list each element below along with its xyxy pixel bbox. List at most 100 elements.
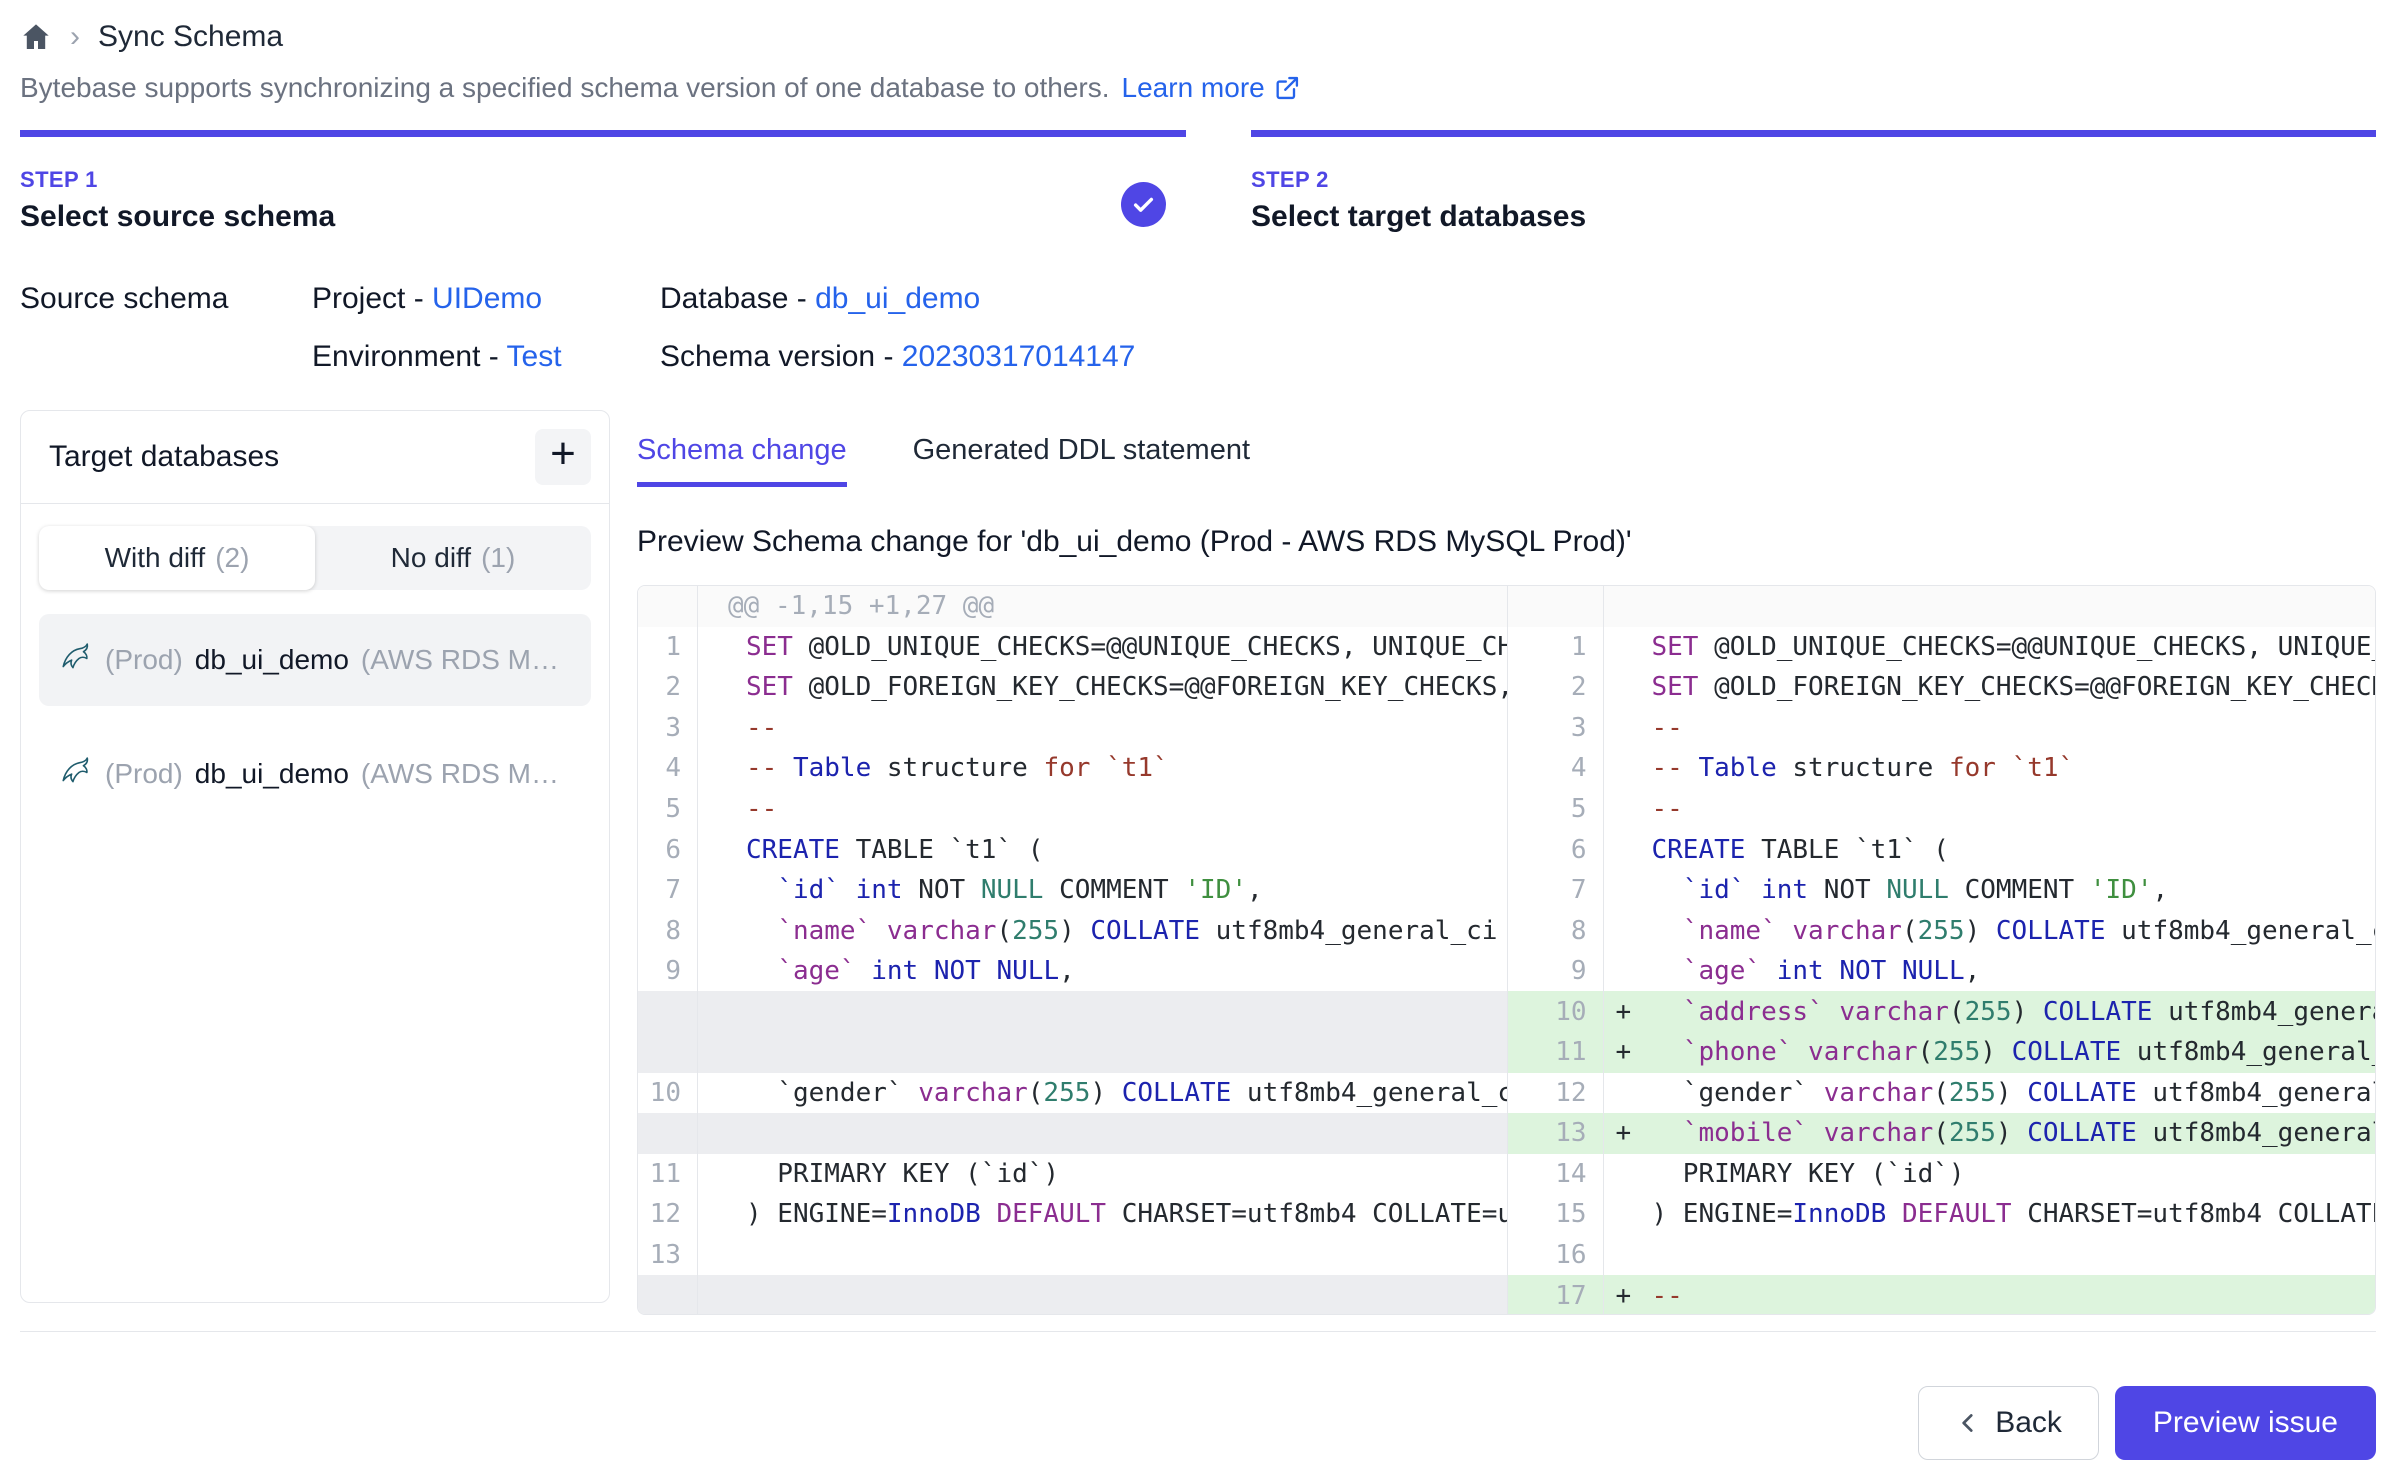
target-database-item-2[interactable]: (Prod) db_ui_demo (AWS RDS MySQL Prod) <box>39 728 591 820</box>
database-link[interactable]: db_ui_demo <box>815 282 980 315</box>
line-number <box>638 1032 698 1073</box>
diff-context-row: 4 -- Table structure for `t1` <box>1508 748 2376 789</box>
line-number: 9 <box>1508 951 1604 992</box>
tab-with-diff-label: With diff <box>105 542 206 574</box>
diff-context-row: 2 SET @OLD_FOREIGN_KEY_CHECKS=@@FOREIGN_… <box>638 667 1507 708</box>
line-number: 13 <box>1508 1113 1604 1154</box>
database-environment: (Prod) <box>105 758 183 790</box>
page-description: Bytebase supports synchronizing a specif… <box>20 72 2376 104</box>
diff-pane-target: 1 SET @OLD_UNIQUE_CHECKS=@@UNIQUE_CHECKS… <box>1507 586 2376 1314</box>
code-line: SET @OLD_FOREIGN_KEY_CHECKS=@@FOREIGN_KE… <box>698 672 1507 702</box>
diff-context-row: 8 `name` varchar(255) COLLATE utf8mb4_ge… <box>1508 910 2376 951</box>
line-number: 12 <box>1508 1073 1604 1114</box>
line-number: 3 <box>1508 708 1604 749</box>
project-link[interactable]: UIDemo <box>432 282 542 315</box>
code-line: `name` varchar(255) COLLATE utf8mb4_gene… <box>1604 916 2376 946</box>
line-marker <box>710 1240 746 1270</box>
line-number: 1 <box>1508 627 1604 668</box>
line-number <box>638 1113 698 1154</box>
diff-pane-source: @@ -1,15 +1,27 @@1 SET @OLD_UNIQUE_CHECK… <box>638 586 1507 1314</box>
code-line: -- Table structure for `t1` <box>1604 753 2376 783</box>
home-icon[interactable] <box>20 21 52 53</box>
preview-title: Preview Schema change for 'db_ui_demo (P… <box>637 525 2376 559</box>
breadcrumb: › Sync Schema <box>20 14 2376 60</box>
field-database: Database - db_ui_demo <box>660 282 2376 316</box>
diff-context-row: 15 ) ENGINE=InnoDB DEFAULT CHARSET=utf8m… <box>1508 1194 2376 1235</box>
step-2: STEP 2 Select target databases <box>1251 130 2376 234</box>
line-marker <box>1616 1240 1652 1270</box>
add-target-database-button[interactable]: + <box>535 429 591 485</box>
learn-more-link[interactable]: Learn more <box>1122 72 1301 104</box>
diff-context-row: 12 `gender` varchar(255) COLLATE utf8mb4… <box>1508 1073 2376 1114</box>
line-number <box>638 1275 698 1314</box>
sync-schema-page: › Sync Schema Bytebase supports synchron… <box>0 0 2396 1480</box>
line-number: 7 <box>1508 870 1604 911</box>
diff-context-row: 11 PRIMARY KEY (`id`) <box>638 1154 1507 1195</box>
diff-context-row: 6 CREATE TABLE `t1` ( <box>1508 829 2376 870</box>
line-number: 7 <box>638 870 698 911</box>
tab-no-diff[interactable]: No diff (1) <box>315 526 591 590</box>
environment-link[interactable]: Test <box>507 340 562 373</box>
schema-version-link[interactable]: 20230317014147 <box>902 340 1136 373</box>
stepper: STEP 1 Select source schema STEP 2 Selec… <box>20 130 2376 234</box>
database-name: db_ui_demo <box>195 758 349 790</box>
code-line <box>1604 1240 2376 1270</box>
field-environment: Environment - Test <box>312 340 660 374</box>
line-marker <box>1616 1199 1652 1229</box>
code-line: +-- <box>1604 1281 2376 1311</box>
diff-context-row: 3 -- <box>638 708 1507 749</box>
diff-context-row: 8 `name` varchar(255) COLLATE utf8mb4_ge… <box>638 910 1507 951</box>
code-line: `gender` varchar(255) COLLATE utf8mb4_ge… <box>698 1078 1507 1108</box>
code-line: ) ENGINE=InnoDB DEFAULT CHARSET=utf8mb4 … <box>698 1199 1507 1229</box>
field-schema-version: Schema version - 20230317014147 <box>660 340 2376 374</box>
code-line: CREATE TABLE `t1` ( <box>1604 835 2376 865</box>
line-marker <box>710 1159 746 1189</box>
tab-schema-change[interactable]: Schema change <box>637 434 847 487</box>
line-marker <box>710 794 746 824</box>
code-line: -- <box>1604 794 2376 824</box>
database-environment: (Prod) <box>105 644 183 676</box>
code-line: -- <box>698 794 1507 824</box>
diff-added-row: 11+ `phone` varchar(255) COLLATE utf8mb4… <box>1508 1032 2376 1073</box>
target-database-item-1[interactable]: (Prod) db_ui_demo (AWS RDS MySQL Prod) <box>39 614 591 706</box>
line-marker <box>1616 632 1652 662</box>
field-project: Project - UIDemo <box>312 282 660 316</box>
diff-context-row: 2 SET @OLD_FOREIGN_KEY_CHECKS=@@FOREIGN_… <box>1508 667 2376 708</box>
footer-divider <box>20 1331 2376 1332</box>
added-line-marker: + <box>1616 1037 1652 1067</box>
line-number: 13 <box>638 1235 698 1276</box>
tab-generated-ddl[interactable]: Generated DDL statement <box>913 434 1250 487</box>
back-button[interactable]: Back <box>1918 1386 2099 1460</box>
footer-actions: Back Preview issue <box>20 1386 2376 1460</box>
diff-spacer-row <box>638 1032 1507 1073</box>
line-marker <box>710 1078 746 1108</box>
step-2-title: Select target databases <box>1251 200 2376 234</box>
line-number: 10 <box>638 1073 698 1114</box>
diff-context-row: 9 `age` int NOT NULL, <box>1508 951 2376 992</box>
preview-issue-button[interactable]: Preview issue <box>2115 1386 2376 1460</box>
target-databases-title: Target databases <box>49 440 279 474</box>
line-marker <box>710 632 746 662</box>
chevron-left-icon <box>1955 1410 1981 1436</box>
added-line-marker: + <box>1616 1118 1652 1148</box>
field-project-name: Project <box>312 282 405 315</box>
line-marker <box>1616 1159 1652 1189</box>
tab-with-diff[interactable]: With diff (2) <box>39 526 315 590</box>
code-line: SET @OLD_UNIQUE_CHECKS=@@UNIQUE_CHECKS, … <box>698 632 1507 662</box>
external-link-icon <box>1273 74 1301 102</box>
line-number: 17 <box>1508 1275 1604 1314</box>
line-number: 12 <box>638 1194 698 1235</box>
tab-no-diff-count: (1) <box>481 542 515 574</box>
code-line: PRIMARY KEY (`id`) <box>698 1159 1507 1189</box>
added-line-marker: + <box>1616 997 1652 1027</box>
target-databases-header: Target databases + <box>21 411 609 504</box>
code-line: -- Table structure for `t1` <box>698 753 1507 783</box>
tab-no-diff-label: No diff <box>391 542 471 574</box>
line-marker <box>710 835 746 865</box>
diff-added-row: 10+ `address` varchar(255) COLLATE utf8m… <box>1508 991 2376 1032</box>
code-line: + `mobile` varchar(255) COLLATE utf8mb4_… <box>1604 1118 2376 1148</box>
line-marker <box>1616 672 1652 702</box>
code-line: `gender` varchar(255) COLLATE utf8mb4_ge… <box>1604 1078 2376 1108</box>
diff-context-row: 4 -- Table structure for `t1` <box>638 748 1507 789</box>
main-area: Target databases + With diff (2) No diff… <box>20 410 2376 1315</box>
